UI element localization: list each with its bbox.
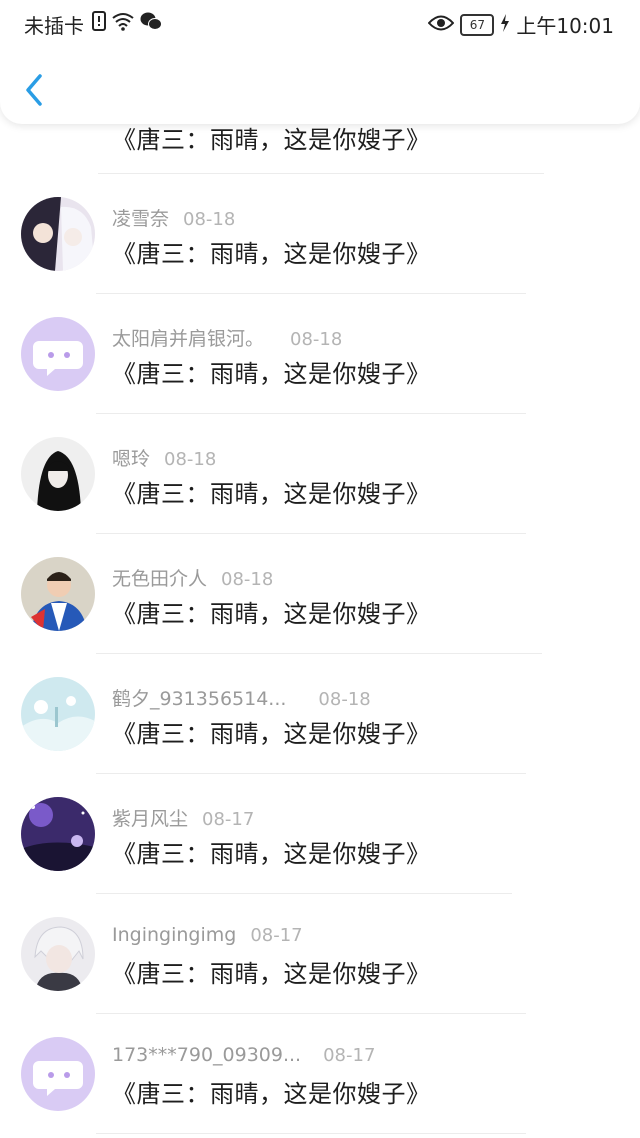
comment-list: 《唐三：雨晴，这是你嫂子》 凌雪奈 08-18 《唐三：雨晴，这是你嫂子》 太阳肩… — [0, 0, 640, 1138]
wechat-icon — [140, 11, 162, 35]
avatar[interactable] — [21, 917, 95, 991]
post-date: 08-18 — [183, 209, 236, 230]
list-item[interactable]: 凌雪奈 08-18 《唐三：雨晴，这是你嫂子》 — [0, 174, 640, 294]
post-date: 08-18 — [164, 449, 217, 470]
list-item[interactable]: Ingingingimg 08-17 《唐三：雨晴，这是你嫂子》 — [0, 894, 640, 1014]
avatar[interactable] — [21, 557, 95, 631]
user-name[interactable]: 173***790_09309... — [112, 1044, 301, 1066]
list-item[interactable]: 紫月风尘 08-17 《唐三：雨晴，这是你嫂子》 — [0, 774, 640, 894]
item-title: 《唐三：雨晴，这是你嫂子》 — [112, 240, 431, 268]
status-bar: 未插卡 67 上午10:01 — [0, 0, 640, 44]
list-item[interactable]: 嗯玲 08-18 《唐三：雨晴，这是你嫂子》 — [0, 414, 640, 534]
sim-alert-icon — [92, 11, 106, 35]
item-title: 《唐三：雨晴，这是你嫂子》 — [112, 960, 431, 988]
item-title: 《唐三：雨晴，这是你嫂子》 — [112, 840, 431, 868]
user-name[interactable]: 鹤夕_931356514... — [112, 688, 286, 710]
item-title: 《唐三：雨晴，这是你嫂子》 — [112, 600, 431, 628]
post-date: 08-17 — [250, 925, 303, 946]
back-button[interactable] — [22, 72, 46, 108]
list-item[interactable]: 无色田介人 08-18 《唐三：雨晴，这是你嫂子》 — [0, 534, 640, 654]
item-title: 《唐三：雨晴，这是你嫂子》 — [112, 1080, 431, 1108]
chevron-left-icon — [26, 74, 42, 106]
user-name[interactable]: 紫月风尘 — [112, 808, 188, 830]
carrier-label: 未插卡 — [24, 14, 84, 38]
avatar[interactable] — [21, 677, 95, 751]
list-item[interactable]: 173***790_09309... 08-17 《唐三：雨晴，这是你嫂子》 — [0, 1014, 640, 1134]
post-date: 08-18 — [221, 569, 274, 590]
item-title: 《唐三：雨晴，这是你嫂子》 — [112, 360, 431, 388]
item-title: 《唐三：雨晴，这是你嫂子》 — [112, 720, 431, 748]
avatar[interactable] — [21, 437, 95, 511]
item-title: 《唐三：雨晴，这是你嫂子》 — [112, 480, 431, 508]
top-header: 未插卡 67 上午10:01 — [0, 0, 640, 124]
post-date: 08-17 — [202, 809, 255, 830]
item-title: 《唐三：雨晴，这是你嫂子》 — [112, 126, 431, 154]
user-name[interactable]: 太阳肩并肩银河。 — [112, 328, 264, 350]
user-name[interactable]: 嗯玲 — [112, 448, 150, 470]
user-name[interactable]: 无色田介人 — [112, 568, 207, 590]
avatar[interactable] — [21, 197, 95, 271]
clock-time: 上午10:01 — [516, 14, 614, 38]
post-date: 08-18 — [290, 329, 343, 350]
avatar-default[interactable] — [21, 1037, 95, 1111]
list-item[interactable]: 鹤夕_931356514... 08-18 《唐三：雨晴，这是你嫂子》 — [0, 654, 640, 774]
wifi-icon — [112, 11, 134, 35]
divider — [96, 1133, 526, 1134]
user-name[interactable]: 凌雪奈 — [112, 208, 169, 230]
avatar[interactable] — [21, 797, 95, 871]
post-date: 08-18 — [318, 689, 371, 710]
post-date: 08-17 — [323, 1045, 376, 1066]
user-name[interactable]: Ingingingimg — [112, 924, 236, 946]
battery-icon: 67 — [460, 13, 495, 36]
list-item[interactable]: 太阳肩并肩银河。 08-18 《唐三：雨晴，这是你嫂子》 — [0, 294, 640, 414]
charging-icon — [500, 13, 510, 37]
eye-icon — [427, 13, 455, 37]
avatar-default[interactable] — [21, 317, 95, 391]
